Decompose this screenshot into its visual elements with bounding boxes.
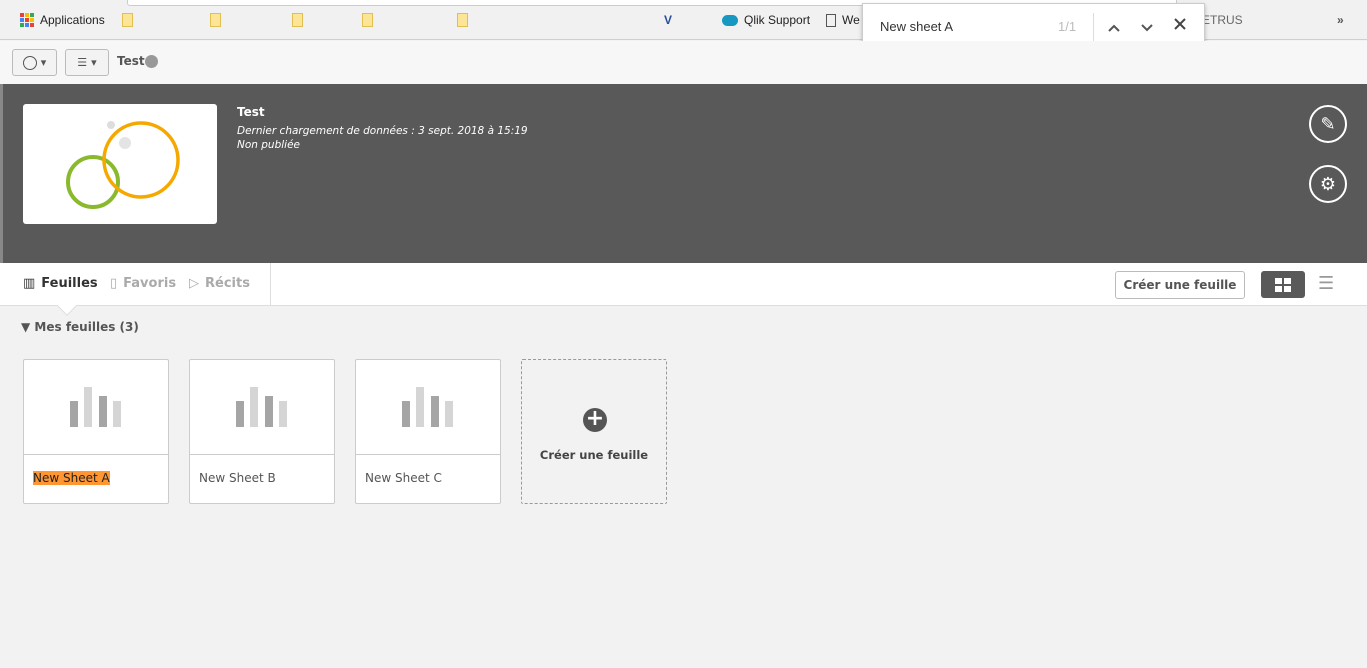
global-menu-button[interactable]: ☰ ▾: [65, 49, 109, 76]
list-icon: ☰: [77, 56, 88, 69]
sheet-card[interactable]: New Sheet C: [355, 359, 501, 504]
divider: [270, 263, 271, 306]
caret-down-icon: ▾: [91, 56, 97, 69]
page-icon: [826, 13, 836, 27]
folder-icon: [292, 13, 303, 27]
app-toolbar: ▾ ☰ ▾ Test: [0, 41, 1367, 84]
active-tab-pointer: [57, 296, 77, 316]
find-next-button[interactable]: [1141, 19, 1153, 36]
bookmark-folder[interactable]: [210, 13, 221, 27]
triangle-down-icon: ▼: [21, 320, 31, 334]
create-sheet-card[interactable]: + Créer une feuille: [521, 359, 667, 504]
bookmark-icon: ▯: [110, 276, 118, 291]
caret-down-icon: ▾: [40, 56, 47, 69]
sheet-name: New Sheet B: [199, 471, 276, 485]
sheet-card[interactable]: New Sheet B: [189, 359, 335, 504]
bookmark-folder[interactable]: [122, 13, 133, 27]
sheet-thumbnail: [356, 360, 500, 455]
find-count: 1/1: [1058, 19, 1077, 34]
folder-icon: [122, 13, 133, 27]
edit-button[interactable]: ✎: [1309, 105, 1347, 143]
app-title: Test: [237, 105, 265, 119]
bookmark-page[interactable]: We: [826, 13, 860, 27]
grid-icon: [1275, 277, 1291, 292]
bookmark-folder[interactable]: [457, 13, 468, 27]
bookmarks-overflow-button[interactable]: »: [1337, 13, 1344, 27]
unpublished-icon: [145, 55, 158, 68]
divider: [1093, 13, 1094, 41]
apps-grid-icon: [20, 13, 34, 27]
settings-button[interactable]: ⚙: [1309, 165, 1347, 203]
find-close-button[interactable]: [1174, 17, 1186, 34]
compass-icon: [22, 55, 37, 70]
bookmark-qlik-support[interactable]: Qlik Support: [722, 13, 810, 27]
find-input[interactable]: New sheet A: [880, 19, 953, 34]
tab-feuilles[interactable]: ▥ Feuilles: [23, 276, 98, 291]
folder-icon: [210, 13, 221, 27]
app-name: Test: [117, 54, 145, 68]
grid-view-button[interactable]: [1261, 271, 1305, 298]
app-thumbnail: [23, 104, 217, 224]
plus-icon: +: [583, 408, 607, 432]
find-prev-button[interactable]: [1108, 19, 1120, 36]
gear-icon: ⚙: [1319, 173, 1337, 195]
tab-recits[interactable]: ▷ Récits: [189, 276, 250, 291]
sheets-icon: ▥: [23, 276, 36, 291]
sheet-thumbnail: [24, 360, 168, 455]
create-sheet-button[interactable]: Créer une feuille: [1115, 271, 1245, 299]
sheet-thumbnail: [190, 360, 334, 455]
pencil-icon: ✎: [1320, 113, 1336, 135]
bookmark-etrus[interactable]: ETRUS: [1202, 13, 1243, 27]
sheet-card[interactable]: New Sheet A: [23, 359, 169, 504]
bookmark-v[interactable]: V: [664, 13, 672, 27]
app-logo-circles: [66, 121, 180, 209]
content-nav: ▥ Feuilles ▯ Favoris ▷ Récits Créer une feu…: [0, 263, 1367, 316]
last-reload: Dernier chargement de données : 3 sept. …: [237, 125, 528, 137]
navigation-menu-button[interactable]: ▾: [12, 49, 57, 76]
app-header: Test Dernier chargement de données : 3 s…: [0, 84, 1367, 263]
salesforce-cloud-icon: [722, 14, 738, 26]
v-logo-icon: V: [664, 13, 673, 27]
story-icon: ▷: [189, 276, 199, 291]
bookmark-folder[interactable]: [362, 13, 373, 27]
list-icon: ☰: [1318, 273, 1335, 294]
tab-favoris[interactable]: ▯ Favoris: [110, 276, 176, 291]
bookmark-folder[interactable]: [292, 13, 303, 27]
section-toggle[interactable]: ▼ Mes feuilles (3): [21, 320, 139, 334]
list-view-button[interactable]: ☰: [1318, 273, 1335, 294]
folder-icon: [457, 13, 468, 27]
folder-icon: [362, 13, 373, 27]
create-sheet-label: Créer une feuille: [539, 448, 649, 462]
publish-status: Non publiée: [237, 139, 301, 151]
bookmark-applications[interactable]: Applications: [20, 13, 105, 27]
sheet-name: New Sheet C: [365, 471, 442, 485]
sheet-name: New Sheet A: [33, 471, 110, 485]
